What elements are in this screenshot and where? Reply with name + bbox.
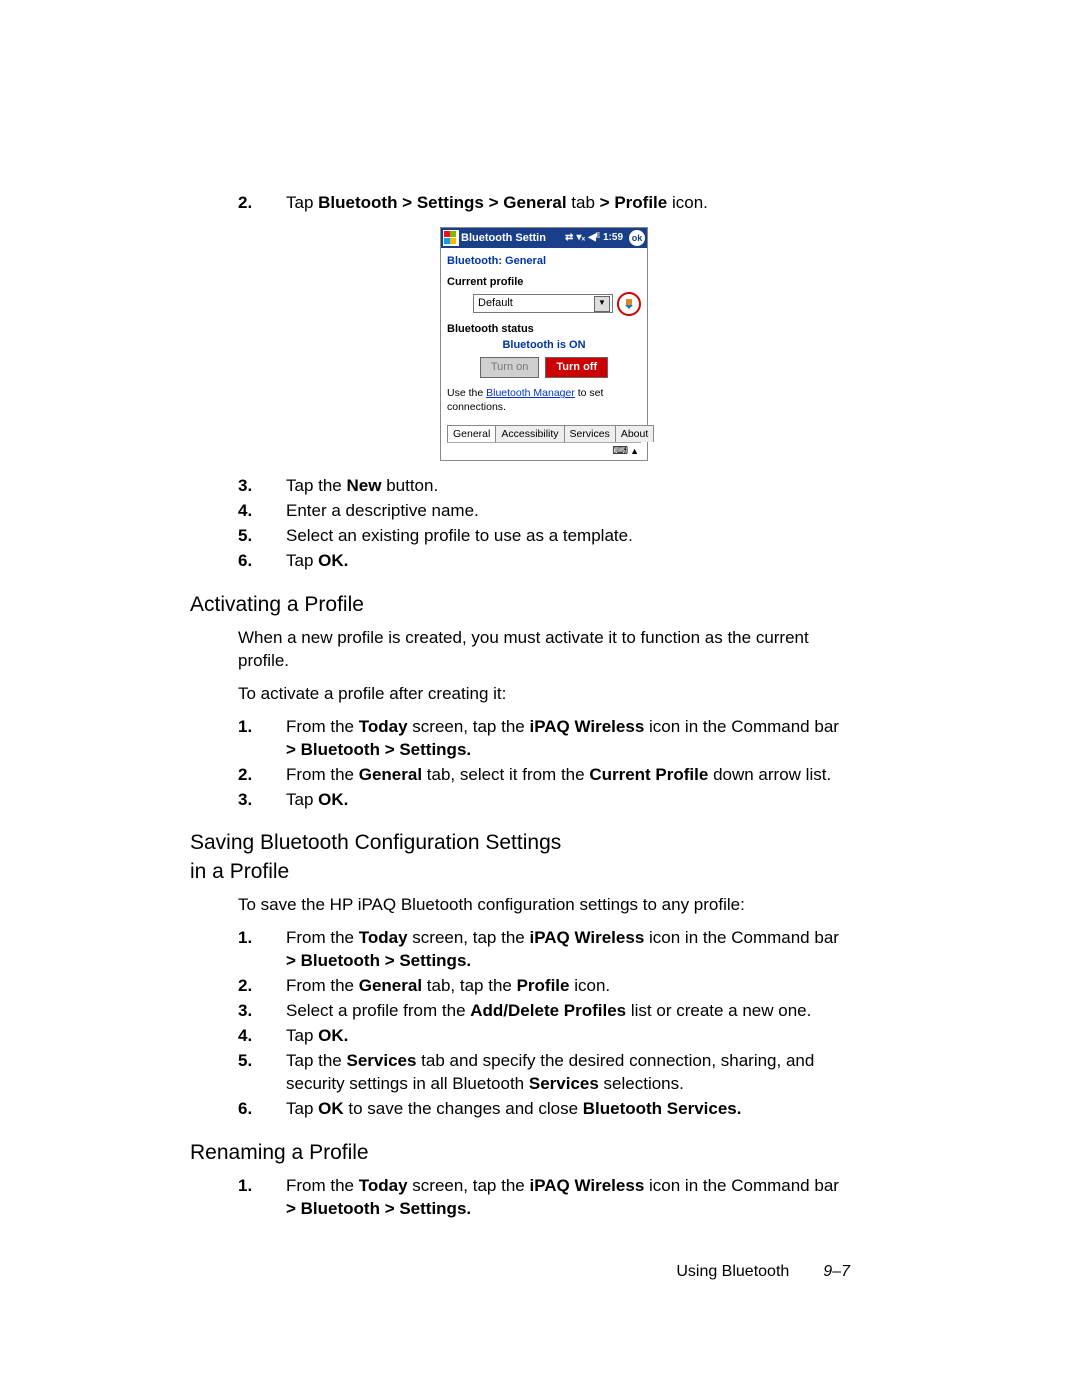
bluetooth-manager-link[interactable]: Bluetooth Manager (486, 387, 575, 399)
signal-icon: ▾ₓ (576, 231, 585, 245)
step: 2.From the General tab, tap the Profile … (238, 975, 850, 998)
bold: Bluetooth > Settings > General (318, 193, 566, 212)
para: To save the HP iPAQ Bluetooth configurat… (238, 894, 850, 917)
para: To activate a profile after creating it: (238, 683, 850, 706)
ok-button[interactable]: ok (629, 230, 645, 246)
turn-on-button: Turn on (480, 357, 540, 378)
heading-renaming: Renaming a Profile (190, 1139, 850, 1167)
device-screenshot: Bluetooth Settin ⇄ ▾ₓ ◀ᴱ 1:59 ok Bluetoo… (238, 227, 850, 461)
step: 4.Tap OK. (238, 1025, 850, 1048)
bluetooth-status-text: Bluetooth is ON (447, 338, 641, 353)
step: 6.Tap OK to save the changes and close B… (238, 1098, 850, 1121)
turn-off-button[interactable]: Turn off (545, 357, 608, 378)
text: tab (567, 193, 600, 212)
step: 2.From the General tab, select it from t… (238, 764, 850, 787)
para: When a new profile is created, you must … (238, 627, 850, 673)
bluetooth-status-label: Bluetooth status (447, 322, 641, 337)
profile-value: Default (478, 296, 513, 311)
step: 4.Enter a descriptive name. (238, 500, 850, 523)
step: 5.Select an existing profile to use as a… (238, 525, 850, 548)
step: 3.Tap the New button. (238, 475, 850, 498)
step: 1.From the Today screen, tap the iPAQ Wi… (238, 927, 850, 973)
heading-saving: Saving Bluetooth Configuration Settings … (190, 829, 850, 886)
step: 3.Select a profile from the Add/Delete P… (238, 1000, 850, 1023)
step: 2. Tap Bluetooth > Settings > General ta… (238, 192, 850, 215)
chevron-down-icon[interactable]: ▼ (594, 296, 610, 312)
tabs: General Accessibility Services About (447, 425, 641, 442)
bold: > Profile (600, 193, 668, 212)
window-title: Bluetooth Settin (461, 231, 563, 246)
screen-heading: Bluetooth: General (447, 254, 641, 269)
step: 5.Tap the Services tab and specify the d… (238, 1050, 850, 1096)
windows-flag-icon (443, 230, 459, 246)
heading-activating: Activating a Profile (190, 591, 850, 619)
keyboard-icon[interactable]: ⌨ (612, 444, 628, 459)
step: 1.From the Today screen, tap the iPAQ Wi… (238, 1175, 850, 1221)
speaker-icon: ◀ᴱ (588, 231, 600, 245)
step: 3.Tap OK. (238, 789, 850, 812)
sync-icon: ⇄ (565, 231, 573, 245)
current-profile-label: Current profile (447, 275, 641, 290)
tab-services[interactable]: Services (564, 425, 616, 442)
sip-up-icon[interactable]: ▲ (630, 445, 639, 457)
profile-select[interactable]: Default ▼ (473, 294, 613, 313)
clock: 1:59 (603, 231, 623, 245)
titlebar: Bluetooth Settin ⇄ ▾ₓ ◀ᴱ 1:59 ok (441, 228, 647, 248)
status-icons: ⇄ ▾ₓ ◀ᴱ 1:59 (565, 231, 623, 245)
step: 6.Tap OK. (238, 550, 850, 573)
page-footer: Using Bluetooth9–7 (238, 1261, 850, 1283)
text: icon. (667, 193, 708, 212)
hint-text: Use the Bluetooth Manager to set connect… (447, 386, 641, 414)
tab-accessibility[interactable]: Accessibility (495, 425, 564, 442)
tab-general[interactable]: General (447, 425, 496, 442)
step: 1.From the Today screen, tap the iPAQ Wi… (238, 716, 850, 762)
sip-bar: ⌨ ▲ (447, 442, 641, 460)
text: Tap (286, 193, 318, 212)
tab-about[interactable]: About (615, 425, 654, 442)
profile-icon[interactable] (617, 292, 641, 316)
